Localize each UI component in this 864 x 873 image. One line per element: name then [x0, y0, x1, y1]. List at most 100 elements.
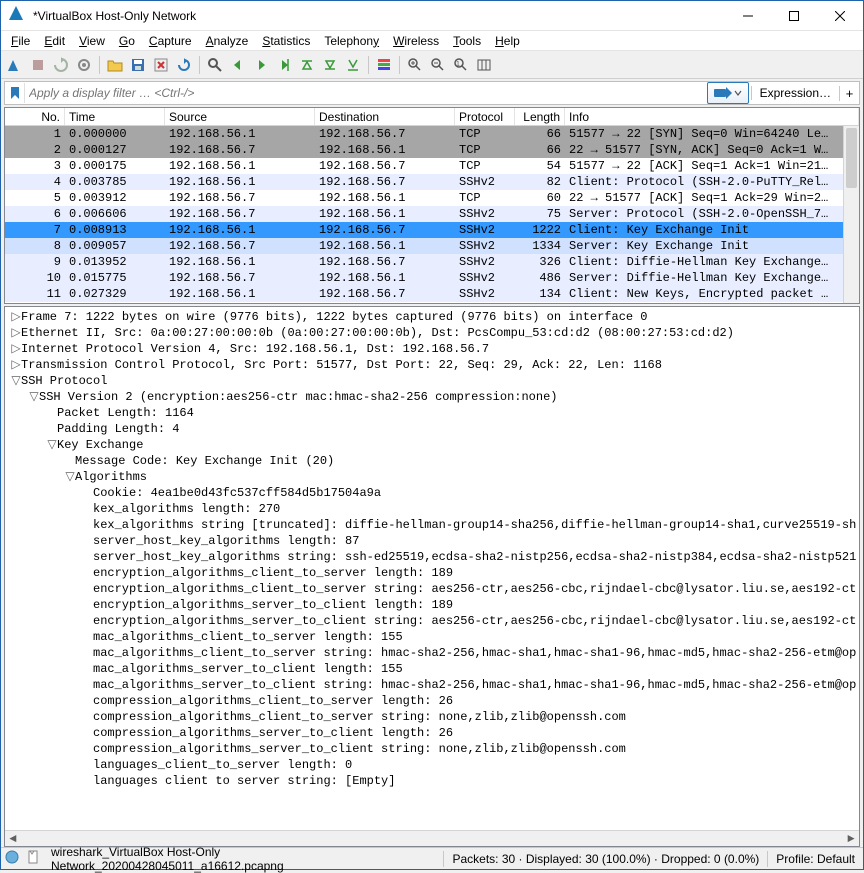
restart-capture-icon[interactable] — [50, 54, 72, 76]
tree-item[interactable]: languages client to server string: [Empt… — [11, 773, 859, 789]
tree-item[interactable]: encryption_algorithms_client_to_server s… — [11, 581, 859, 597]
goto-first-icon[interactable] — [296, 54, 318, 76]
tree-item[interactable]: ▽Algorithms — [11, 469, 859, 485]
app-icon — [9, 6, 25, 25]
packet-list-body[interactable]: 10.000000192.168.56.1192.168.56.7TCP6651… — [5, 126, 859, 303]
table-row[interactable]: 50.003912192.168.56.7192.168.56.1TCP6022… — [5, 190, 859, 206]
tree-item[interactable]: encryption_algorithms_server_to_client l… — [11, 597, 859, 613]
zoom-reset-icon[interactable]: 1 — [450, 54, 472, 76]
start-capture-icon[interactable] — [4, 54, 26, 76]
status-packets: Packets: 30 · Displayed: 30 (100.0%) · D… — [444, 852, 767, 866]
tree-item[interactable]: compression_algorithms_server_to_client … — [11, 741, 859, 757]
table-row[interactable]: 70.008913192.168.56.1192.168.56.7SSHv212… — [5, 222, 859, 238]
horizontal-scrollbar[interactable]: ◄► — [5, 830, 859, 846]
column-info[interactable]: Info — [565, 108, 859, 125]
table-row[interactable]: 40.003785192.168.56.1192.168.56.7SSHv282… — [5, 174, 859, 190]
status-profile[interactable]: Profile: Default — [768, 852, 863, 866]
tree-item[interactable]: server_host_key_algorithms string: ssh-e… — [11, 549, 859, 565]
column-time[interactable]: Time — [65, 108, 165, 125]
table-row[interactable]: 20.000127192.168.56.7192.168.56.1TCP6622… — [5, 142, 859, 158]
tree-item[interactable]: mac_algorithms_server_to_client string: … — [11, 677, 859, 693]
tree-item[interactable]: compression_algorithms_client_to_server … — [11, 709, 859, 725]
tree-item[interactable]: mac_algorithms_client_to_server length: … — [11, 629, 859, 645]
column-protocol[interactable]: Protocol — [455, 108, 515, 125]
tree-item[interactable]: kex_algorithms string [truncated]: diffi… — [11, 517, 859, 533]
tree-item[interactable]: Message Code: Key Exchange Init (20) — [11, 453, 859, 469]
maximize-button[interactable] — [771, 1, 817, 31]
tree-item[interactable]: ▽SSH Protocol — [11, 373, 859, 389]
reload-file-icon[interactable] — [173, 54, 195, 76]
close-file-icon[interactable] — [150, 54, 172, 76]
go-forward-icon[interactable] — [250, 54, 272, 76]
packet-details-pane[interactable]: ▷Frame 7: 1222 bytes on wire (9776 bits)… — [4, 306, 860, 847]
table-row[interactable]: 90.013952192.168.56.1192.168.56.7SSHv232… — [5, 254, 859, 270]
apply-filter-button[interactable] — [707, 82, 749, 104]
tree-item[interactable]: mac_algorithms_server_to_client length: … — [11, 661, 859, 677]
menu-capture[interactable]: Capture — [149, 34, 192, 48]
minimize-button[interactable] — [725, 1, 771, 31]
menu-edit[interactable]: Edit — [44, 34, 65, 48]
packet-list-header: No. Time Source Destination Protocol Len… — [5, 108, 859, 126]
go-back-icon[interactable] — [227, 54, 249, 76]
table-row[interactable]: 10.000000192.168.56.1192.168.56.7TCP6651… — [5, 126, 859, 142]
menu-go[interactable]: Go — [119, 34, 135, 48]
toolbar: 1 — [1, 51, 863, 79]
resize-columns-icon[interactable] — [473, 54, 495, 76]
close-button[interactable] — [817, 1, 863, 31]
table-row[interactable]: 80.009057192.168.56.7192.168.56.1SSHv213… — [5, 238, 859, 254]
table-row[interactable]: 100.015775192.168.56.7192.168.56.1SSHv24… — [5, 270, 859, 286]
vertical-scrollbar[interactable] — [843, 126, 859, 303]
save-file-icon[interactable] — [127, 54, 149, 76]
menu-view[interactable]: View — [79, 34, 105, 48]
column-source[interactable]: Source — [165, 108, 315, 125]
expert-info-icon[interactable] — [5, 850, 19, 867]
table-row[interactable]: 30.000175192.168.56.1192.168.56.7TCP5451… — [5, 158, 859, 174]
expression-button[interactable]: Expression… — [751, 86, 839, 100]
open-file-icon[interactable] — [104, 54, 126, 76]
tree-item[interactable]: ▷Transmission Control Protocol, Src Port… — [11, 357, 859, 373]
menu-wireless[interactable]: Wireless — [393, 34, 439, 48]
tree-item[interactable]: ▽SSH Version 2 (encryption:aes256-ctr ma… — [11, 389, 859, 405]
tree-item[interactable]: Cookie: 4ea1be0d43fc537cff584d5b17504a9a — [11, 485, 859, 501]
tree-item[interactable]: compression_algorithms_client_to_server … — [11, 693, 859, 709]
find-packet-icon[interactable] — [204, 54, 226, 76]
capture-options-icon[interactable] — [73, 54, 95, 76]
menu-analyze[interactable]: Analyze — [206, 34, 249, 48]
add-filter-button[interactable]: + — [839, 86, 859, 101]
tree-item[interactable]: ▽Key Exchange — [11, 437, 859, 453]
capture-file-props-icon[interactable] — [27, 850, 41, 867]
menu-statistics[interactable]: Statistics — [262, 34, 310, 48]
tree-item[interactable]: Packet Length: 1164 — [11, 405, 859, 421]
tree-item[interactable]: encryption_algorithms_server_to_client s… — [11, 613, 859, 629]
autoscroll-icon[interactable] — [342, 54, 364, 76]
table-row[interactable]: 60.006606192.168.56.7192.168.56.1SSHv275… — [5, 206, 859, 222]
window-title: *VirtualBox Host-Only Network — [33, 9, 725, 23]
tree-item[interactable]: compression_algorithms_server_to_client … — [11, 725, 859, 741]
menu-help[interactable]: Help — [495, 34, 520, 48]
tree-item[interactable]: ▷Internet Protocol Version 4, Src: 192.1… — [11, 341, 859, 357]
menu-file[interactable]: File — [11, 34, 30, 48]
tree-item[interactable]: ▷Frame 7: 1222 bytes on wire (9776 bits)… — [11, 309, 859, 325]
stop-capture-icon[interactable] — [27, 54, 49, 76]
menu-tools[interactable]: Tools — [453, 34, 481, 48]
zoom-in-icon[interactable] — [404, 54, 426, 76]
table-row[interactable]: 110.027329192.168.56.1192.168.56.7SSHv21… — [5, 286, 859, 302]
goto-packet-icon[interactable] — [273, 54, 295, 76]
column-destination[interactable]: Destination — [315, 108, 455, 125]
goto-last-icon[interactable] — [319, 54, 341, 76]
column-no[interactable]: No. — [5, 108, 65, 125]
tree-item[interactable]: server_host_key_algorithms length: 87 — [11, 533, 859, 549]
colorize-icon[interactable] — [373, 54, 395, 76]
tree-item[interactable]: mac_algorithms_client_to_server string: … — [11, 645, 859, 661]
tree-item[interactable]: encryption_algorithms_client_to_server l… — [11, 565, 859, 581]
filter-bookmark-icon[interactable] — [5, 83, 25, 103]
display-filter-input[interactable] — [25, 86, 705, 100]
tree-item[interactable]: Padding Length: 4 — [11, 421, 859, 437]
tree-item[interactable]: kex_algorithms length: 270 — [11, 501, 859, 517]
menu-telephony[interactable]: Telephony — [324, 34, 379, 48]
tree-item[interactable]: ▷Ethernet II, Src: 0a:00:27:00:00:0b (0a… — [11, 325, 859, 341]
zoom-out-icon[interactable] — [427, 54, 449, 76]
packet-list-pane: No. Time Source Destination Protocol Len… — [4, 107, 860, 304]
tree-item[interactable]: languages_client_to_server length: 0 — [11, 757, 859, 773]
column-length[interactable]: Length — [515, 108, 565, 125]
